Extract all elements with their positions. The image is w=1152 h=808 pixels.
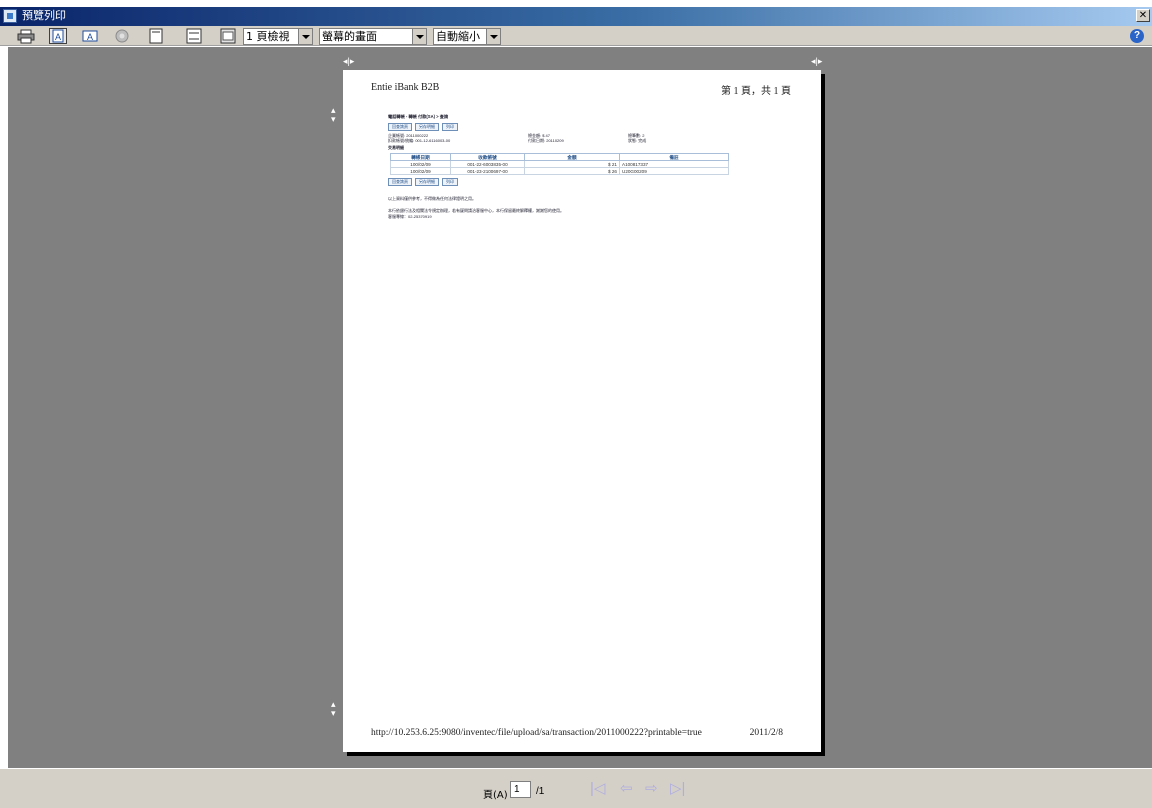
page-total: /1 — [536, 786, 545, 797]
status-bar: 頁(A) 1 /1 |◁ ⇦ ⇨ ▷| — [0, 768, 1152, 808]
debit-account: 扣款帳號/統編: 001-12-6116003-00 — [388, 138, 451, 144]
cell-amount: $ 21 — [524, 160, 620, 169]
right-margin-handle[interactable]: ◂|▸ — [811, 57, 822, 66]
bottom-margin-handle[interactable]: ▴ ▾ — [331, 700, 336, 718]
svg-text:A: A — [87, 32, 93, 42]
footer-url: http://10.253.6.25:9080/inventec/file/up… — [371, 728, 702, 738]
column-header: 備註 — [619, 153, 729, 162]
view-mode-value: 1 頁檢視 — [246, 30, 290, 43]
page-label: 頁(A) — [483, 790, 508, 801]
help-icon[interactable]: ? — [1130, 29, 1144, 43]
column-header: 轉帳日期 — [390, 153, 451, 162]
status-text: 狀態: 完成 — [628, 138, 647, 144]
title-bar-gradient — [0, 7, 1152, 26]
page-setup-icon[interactable] — [113, 28, 131, 44]
toolbar: A A 1 頁檢視 螢幕的畫面 自動縮小 ? — [0, 26, 1152, 46]
frames-mode-value: 螢幕的畫面 — [322, 30, 377, 43]
window-icon — [3, 9, 17, 23]
cell-amount: $ 26 — [524, 167, 620, 176]
chevron-down-icon — [298, 29, 312, 44]
cell-memo: A100817337 — [619, 160, 729, 169]
transfer-date: 付款日期: 20110209 — [528, 138, 564, 144]
page-header-title: Entie iBank B2B — [371, 82, 440, 93]
view-mode-select[interactable]: 1 頁檢視 — [243, 28, 313, 45]
save-detail-button[interactable]: 另存明細 — [415, 178, 439, 187]
portrait-page-icon[interactable]: A — [49, 28, 67, 44]
last-page-icon[interactable]: ▷| — [670, 781, 685, 797]
page-content: 電話轉帳 - 轉帳 付款(SA) > 查詢 回查詢頁 另存明細 列印 企業帳號:… — [388, 114, 778, 219]
top-margin-handle[interactable]: ▴ ▾ — [331, 106, 336, 124]
zoom-value: 自動縮小 — [436, 30, 480, 43]
table-row: 100/02/09 001-23-2100697-00 $ 26 U20G002… — [390, 167, 729, 176]
full-page-icon[interactable] — [185, 28, 203, 44]
preview-page: Entie iBank B2B 第 1 頁，共 1 頁 電話轉帳 - 轉帳 付款… — [343, 70, 821, 752]
chevron-down-icon — [486, 29, 500, 44]
footer-date: 2011/2/8 — [749, 728, 783, 738]
page-header-count: 第 1 頁，共 1 頁 — [721, 86, 791, 97]
page-footer: http://10.253.6.25:9080/inventec/file/up… — [371, 728, 783, 738]
reference-note: 以上資料僅供參考，不得做為任何法律證明之用。 — [388, 196, 476, 202]
svg-text:A: A — [55, 32, 61, 42]
hotline-text: 客服專線：02-25370919 — [388, 213, 432, 219]
cell-memo: U20G00209 — [619, 167, 729, 176]
action-buttons-bottom: 回查詢頁 另存明細 列印 — [388, 178, 778, 187]
chevron-down-icon — [412, 29, 426, 44]
cell-date: 100/02/09 — [390, 160, 451, 169]
breadcrumb: 電話轉帳 - 轉帳 付款(SA) > 查詢 — [388, 114, 449, 119]
back-button[interactable]: 回查詢頁 — [388, 122, 412, 131]
cell-account: 001-23-2100697-00 — [450, 167, 525, 176]
column-header: 金額 — [524, 153, 620, 162]
column-header: 收款帳號 — [450, 153, 525, 162]
action-buttons-top: 回查詢頁 另存明細 列印 — [388, 122, 778, 131]
frames-mode-select[interactable]: 螢幕的畫面 — [319, 28, 427, 45]
prev-page-icon[interactable]: ⇦ — [620, 781, 633, 797]
window-title: 預覽列印 — [22, 9, 66, 22]
multi-page-icon[interactable] — [219, 28, 237, 44]
print-icon[interactable] — [17, 28, 35, 44]
cell-date: 100/02/09 — [390, 167, 451, 176]
transaction-info: 企業帳號: 2011000222 總金額: $ 47 總筆數: 2 扣款帳號/統… — [388, 133, 778, 144]
transaction-table: 轉帳日期 收款帳號 金額 備註 100/02/09 001-22-6003835… — [390, 153, 729, 176]
print-button[interactable]: 列印 — [442, 178, 458, 187]
left-margin-handle[interactable]: ◂|▸ — [343, 57, 354, 66]
zoom-select[interactable]: 自動縮小 — [433, 28, 501, 45]
back-button[interactable]: 回查詢頁 — [388, 178, 412, 187]
transaction-heading: 交易明細 — [388, 144, 404, 150]
first-page-icon[interactable]: |◁ — [590, 781, 605, 797]
save-detail-button[interactable]: 另存明細 — [415, 122, 439, 131]
header-footer-icon[interactable] — [147, 28, 165, 44]
next-page-icon[interactable]: ⇨ — [645, 781, 658, 797]
title-bar: 預覽列印 ✕ — [0, 0, 1152, 26]
landscape-page-icon[interactable]: A — [81, 28, 99, 44]
close-button[interactable]: ✕ — [1136, 9, 1150, 22]
page-number-input[interactable]: 1 — [510, 781, 531, 798]
cell-account: 001-22-6003835-00 — [450, 160, 525, 169]
print-button[interactable]: 列印 — [442, 122, 458, 131]
table-row: 100/02/09 001-22-6003835-00 $ 21 A100817… — [390, 160, 729, 169]
